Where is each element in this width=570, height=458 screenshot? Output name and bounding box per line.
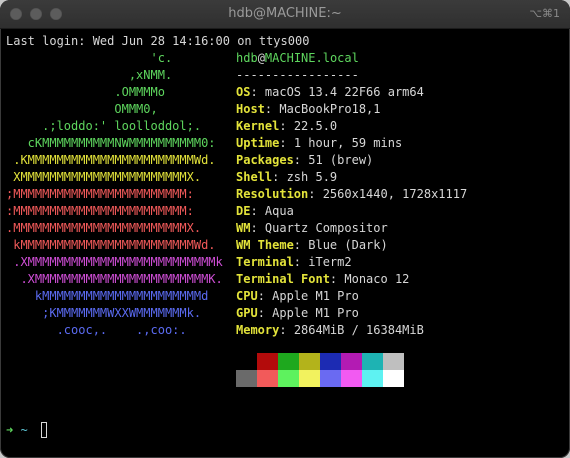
info-key: WM: [236, 221, 251, 235]
info-value: Blue (Dark): [308, 238, 388, 252]
info-key: Resolution: [236, 187, 309, 201]
palette-swatch: [341, 370, 362, 387]
prompt-arrow-icon: ➜: [6, 423, 14, 437]
ascii-logo-line: cKMMMMMMMMMMNWMMMMMMMMMM0:: [6, 136, 216, 150]
palette-swatch: [299, 370, 320, 387]
text-cursor: [41, 422, 47, 438]
palette-swatch: [278, 353, 299, 370]
username: hdb: [236, 51, 258, 65]
info-value: MacBookPro18,1: [279, 102, 381, 116]
palette-swatch: [341, 353, 362, 370]
terminal-window: hdb@MACHINE:~ ⌥⌘1 Last login: Wed Jun 28…: [0, 0, 570, 458]
info-value: Apple M1 Pro: [272, 289, 359, 303]
palette-swatch: [236, 353, 257, 370]
prompt-directory: ~: [20, 423, 28, 437]
info-value: 2864MiB / 16384MiB: [293, 323, 424, 337]
ascii-logo-line: .KMMMMMMMMMMMMMMMMMMMMMMMWd.: [6, 153, 216, 167]
hostname: MACHINE.local: [264, 51, 359, 65]
info-line: Kernel: 22.5.0: [236, 119, 338, 133]
window-shortcut: ⌥⌘1: [529, 7, 560, 20]
ascii-logo-line: kMMMMMMMMMMMMMMMMMMMMMMMMWd.: [6, 238, 216, 252]
info-value: iTerm2: [308, 255, 352, 269]
ascii-logo-line: .XMMMMMMMMMMMMMMMMMMMMMMMMMMk: [6, 255, 223, 269]
info-key: Packages: [236, 153, 294, 167]
info-key: Shell: [236, 170, 273, 184]
info-key: Memory: [236, 323, 280, 337]
title-bar: hdb@MACHINE:~ ⌥⌘1: [0, 0, 570, 29]
info-line: Resolution: 2560x1440, 1728x1117: [236, 187, 468, 201]
last-login-line: Last login: Wed Jun 28 14:16:00 on ttys0…: [6, 34, 310, 48]
info-line: Host: MacBookPro18,1: [236, 102, 381, 116]
info-value: 1 hour, 59 mins: [293, 136, 403, 150]
info-line: Memory: 2864MiB / 16384MiB: [236, 323, 424, 337]
info-line: GPU: Apple M1 Pro: [236, 306, 359, 320]
info-line: Shell: zsh 5.9: [236, 170, 338, 184]
user-host-line: hdb@MACHINE.local: [236, 50, 359, 67]
palette-swatch: [257, 370, 278, 387]
ascii-logo-line: .;loddo:' loolloddol;.: [6, 119, 202, 133]
info-line: Terminal: iTerm2: [236, 255, 352, 269]
ascii-logo-line: .cooc,. .,coo:.: [6, 323, 187, 337]
ascii-logo-line: ;MMMMMMMMMMMMMMMMMMMMMMMM:: [6, 187, 194, 201]
info-value: zsh 5.9: [286, 170, 338, 184]
info-value: 2560x1440, 1728x1117: [322, 187, 468, 201]
info-value: macOS 13.4 22F66 arm64: [264, 85, 424, 99]
info-key: CPU: [236, 289, 258, 303]
info-key: Host: [236, 102, 265, 116]
info-key: Kernel: [236, 119, 280, 133]
info-line: Uptime: 1 hour, 59 mins: [236, 136, 403, 150]
ascii-logo-line: OMMM0,: [6, 102, 158, 116]
palette-swatch: [299, 353, 320, 370]
ascii-logo-line: .MMMMMMMMMMMMMMMMMMMMMMMMX.: [6, 221, 202, 235]
info-value: Monaco 12: [344, 272, 410, 286]
ascii-logo-line: XMMMMMMMMMMMMMMMMMMMMMMMX.: [6, 170, 202, 184]
ascii-logo-line: 'c.: [6, 51, 173, 65]
prompt-line[interactable]: ➜ ~: [6, 422, 47, 439]
info-value: Aqua: [264, 204, 294, 218]
info-line: DE: Aqua: [236, 204, 294, 218]
ascii-logo-line: :MMMMMMMMMMMMMMMMMMMMMMMM:: [6, 204, 194, 218]
info-value: 51 (brew): [308, 153, 374, 167]
info-line: Terminal Font: Monaco 12: [236, 272, 410, 286]
window-title: hdb@MACHINE:~: [228, 6, 342, 21]
info-value: Quartz Compositor: [264, 221, 388, 235]
palette-swatch: [383, 353, 404, 370]
palette-swatch: [257, 353, 278, 370]
terminal-content[interactable]: Last login: Wed Jun 28 14:16:00 on ttys0…: [6, 33, 570, 458]
at-sign: @: [257, 51, 265, 65]
info-key: WM Theme: [236, 238, 294, 252]
palette-swatch: [383, 370, 404, 387]
info-key: Uptime: [236, 136, 280, 150]
info-line: CPU: Apple M1 Pro: [236, 289, 359, 303]
info-value: Apple M1 Pro: [272, 306, 359, 320]
palette-swatch: [362, 370, 383, 387]
ascii-logo-line: ;KMMMMMMMWXXWMMMMMMMk.: [6, 306, 202, 320]
palette-swatch: [362, 353, 383, 370]
info-key: Terminal Font: [236, 272, 330, 286]
info-value: 22.5.0: [293, 119, 338, 133]
palette-swatch: [320, 370, 341, 387]
separator-line: -----------------: [236, 68, 359, 82]
palette-swatch: [320, 353, 341, 370]
info-key: GPU: [236, 306, 258, 320]
info-key: Terminal: [236, 255, 294, 269]
info-key: OS: [236, 85, 251, 99]
info-line: OS: macOS 13.4 22F66 arm64: [236, 85, 424, 99]
info-line: Packages: 51 (brew): [236, 153, 374, 167]
ascii-logo-line: .OMMMMo: [6, 85, 165, 99]
palette-swatch: [236, 370, 257, 387]
palette-swatch: [278, 370, 299, 387]
ascii-logo-line: kMMMMMMMMMMMMMMMMMMMMMMd: [6, 289, 209, 303]
ascii-logo-line: .XMMMMMMMMMMMMMMMMMMMMMMMMK.: [6, 272, 223, 286]
info-line: WM: Quartz Compositor: [236, 221, 388, 235]
info-key: DE: [236, 204, 251, 218]
ascii-logo-line: ,xNMM.: [6, 68, 173, 82]
info-line: WM Theme: Blue (Dark): [236, 238, 388, 252]
